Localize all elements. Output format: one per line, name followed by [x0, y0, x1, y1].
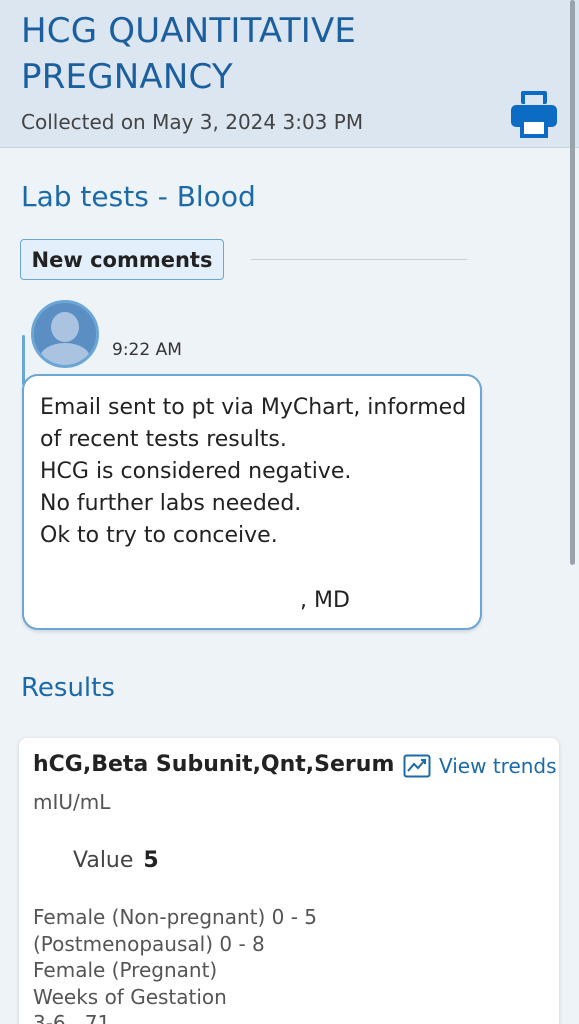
page-title: HCG QUANTITATIVE PREGNANCY	[21, 11, 357, 97]
test-name: hCG,Beta Subunit,Qnt,Serum	[33, 752, 395, 777]
user-avatar-icon	[31, 300, 99, 368]
trend-chart-icon	[403, 754, 431, 778]
units: mIU/mL	[33, 790, 111, 814]
comment-time: 9:22 AM	[112, 340, 182, 360]
value-number: 5	[143, 848, 159, 873]
scrollbar[interactable]	[570, 0, 575, 565]
results-title: Results	[21, 673, 115, 703]
value-row: Value 5	[73, 848, 159, 873]
comment-bubble: Email sent to pt via MyChart, informed o…	[22, 374, 482, 630]
new-comments-badge[interactable]: New comments	[20, 239, 224, 280]
print-button[interactable]	[509, 88, 559, 140]
result-card: hCG,Beta Subunit,Qnt,Serum View trends m…	[19, 738, 559, 1024]
page-header: HCG QUANTITATIVE PREGNANCY Collected on …	[0, 0, 579, 148]
view-trends-label: View trends	[439, 754, 557, 778]
reference-range: Female (Non-pregnant) 0 - 5 (Postmenopau…	[33, 905, 318, 1024]
comment-signature: , MD	[300, 588, 350, 613]
collected-date: Collected on May 3, 2024 3:03 PM	[21, 110, 364, 134]
comment-thread-line	[22, 335, 25, 385]
value-label: Value	[73, 848, 134, 873]
comment-text: Email sent to pt via MyChart, informed o…	[40, 395, 467, 548]
section-title: Lab tests - Blood	[21, 180, 256, 213]
printer-icon	[511, 91, 557, 138]
divider	[251, 259, 467, 260]
view-trends-link[interactable]: View trends	[403, 752, 557, 780]
